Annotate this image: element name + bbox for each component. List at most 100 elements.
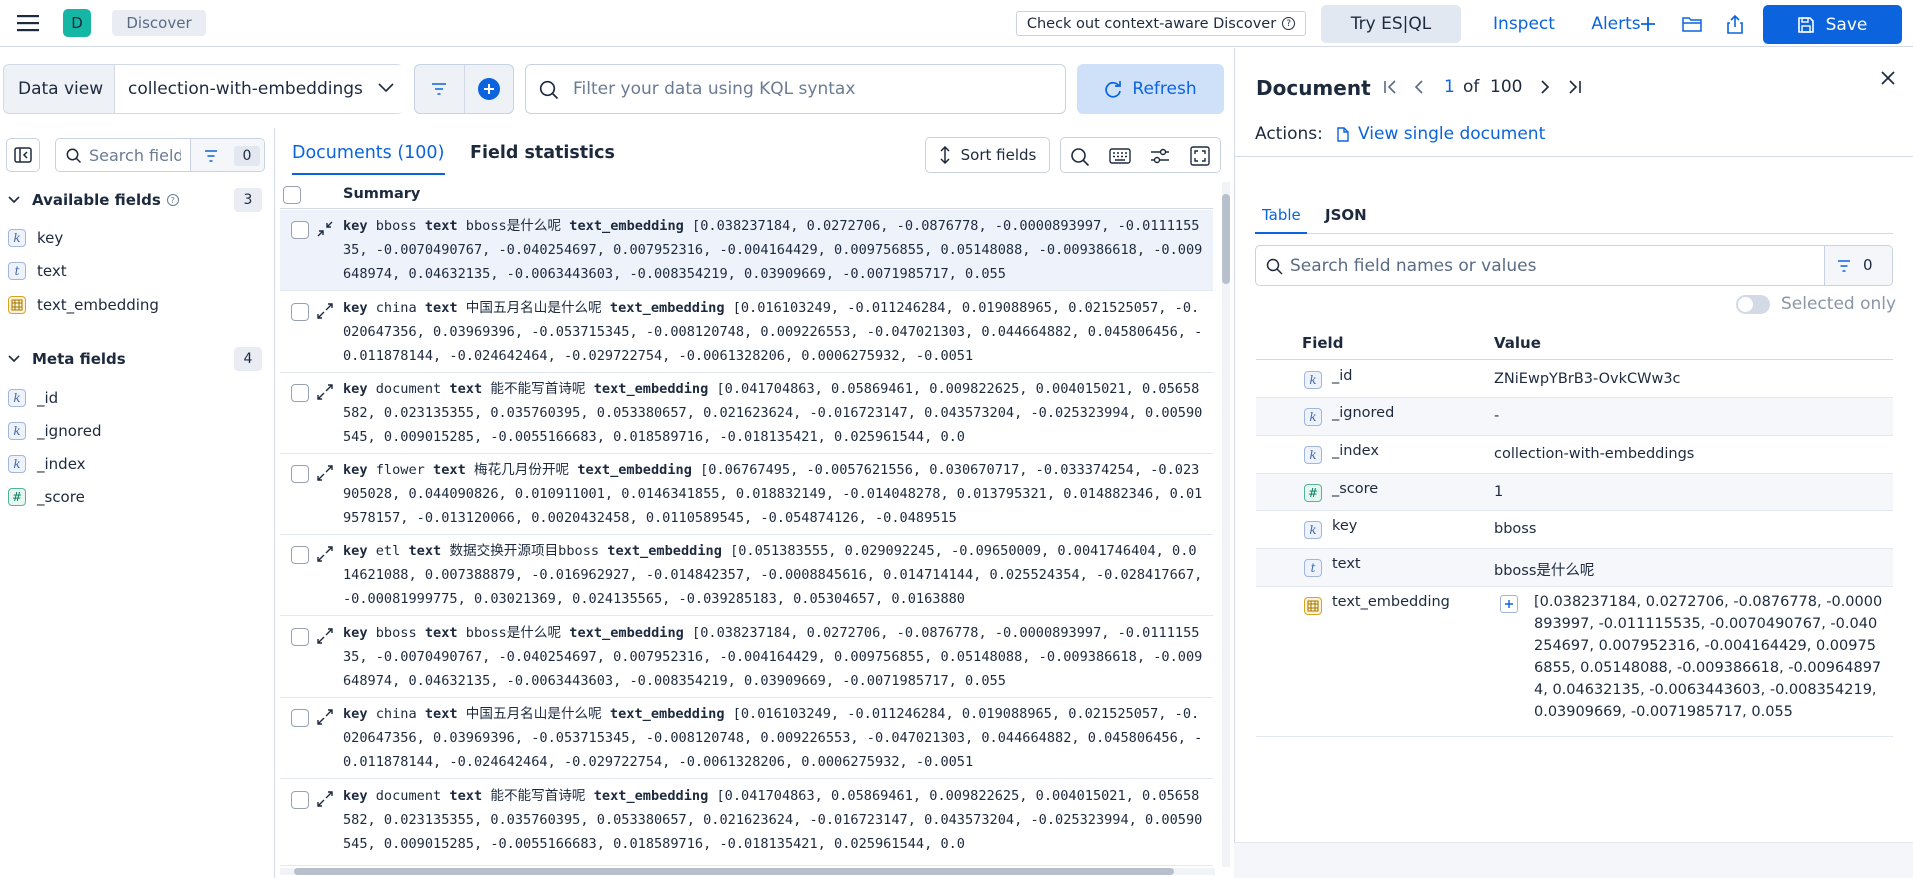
collapse-row-icon[interactable] [316, 220, 334, 238]
next-page-icon[interactable] [1540, 80, 1550, 94]
view-single-document-link[interactable]: View single document [1337, 124, 1545, 144]
open-folder-icon[interactable] [1678, 11, 1706, 37]
expand-row-icon[interactable] [316, 464, 334, 482]
close-flyout-icon[interactable] [1880, 70, 1896, 86]
key-value: document [375, 381, 442, 397]
space-avatar[interactable]: D [63, 9, 91, 37]
row-checkbox[interactable] [291, 546, 309, 564]
keyword-type-icon: k [8, 455, 26, 473]
field-item-id[interactable]: k _id [8, 385, 58, 411]
available-fields-header[interactable]: Available fields ? [8, 187, 179, 213]
field-item-ignored[interactable]: k _ignored [8, 418, 101, 444]
select-all-checkbox[interactable] [283, 186, 301, 204]
new-icon[interactable] [1635, 11, 1661, 37]
meta-fields-header[interactable]: Meta fields [8, 346, 126, 372]
breadcrumb-discover[interactable]: Discover [112, 10, 206, 36]
actions-label: Actions: [1255, 124, 1323, 144]
row-checkbox[interactable] [291, 791, 309, 809]
expand-value-icon[interactable] [1500, 595, 1518, 613]
collapse-sidebar-icon[interactable] [6, 138, 40, 172]
vertical-scroll-thumb[interactable] [1222, 194, 1230, 284]
kql-search-input[interactable]: Filter your data using KQL syntax [525, 64, 1066, 114]
vertical-scrollbar[interactable] [1222, 182, 1230, 867]
doc-filter-button[interactable]: 0 [1824, 246, 1892, 285]
tab-documents[interactable]: Documents (100) [292, 143, 444, 163]
text-type-icon: t [1304, 559, 1322, 577]
save-button[interactable]: Save [1763, 5, 1902, 44]
doc-field-search-input[interactable]: Search field names or values 0 [1255, 245, 1893, 286]
text-value: 中国五月名山是什么呢 [465, 706, 602, 722]
row-checkbox[interactable] [291, 465, 309, 483]
row-checkbox[interactable] [291, 221, 309, 239]
first-page-icon[interactable] [1383, 80, 1397, 94]
summary-column-header[interactable]: Summary [343, 186, 420, 202]
search-icon[interactable] [1070, 147, 1090, 167]
embedding-label: text_embedding [593, 788, 709, 804]
filter-options-icon[interactable] [431, 82, 447, 96]
top-header: D Discover Check out context-aware Disco… [0, 0, 1913, 47]
table-row[interactable]: key etl text 数据交换开源项目bboss text_embeddin… [280, 535, 1213, 616]
table-row[interactable]: key china text 中国五月名山是什么呢 text_embedding… [280, 698, 1213, 779]
inspect-button[interactable]: Inspect [1474, 10, 1574, 38]
add-filter-icon[interactable] [478, 78, 500, 100]
refresh-button[interactable]: Refresh [1077, 64, 1224, 114]
tab-table[interactable]: Table [1262, 206, 1301, 224]
field-item-text-embedding[interactable]: text_embedding [8, 292, 159, 318]
expand-row-icon[interactable] [316, 708, 334, 726]
keyboard-icon[interactable] [1109, 148, 1131, 164]
doc-field-row[interactable]: k _id ZNiEwpYBrB3-OvkCWw3c [1256, 361, 1893, 398]
table-row[interactable]: key document text 能不能写首诗呢 text_embedding… [280, 780, 1213, 866]
row-checkbox[interactable] [291, 709, 309, 727]
try-esql-button[interactable]: Try ES|QL [1321, 5, 1461, 43]
field-item-index[interactable]: k _index [8, 451, 86, 477]
table-row[interactable]: key bboss text bboss是什么呢 text_embedding … [280, 617, 1213, 698]
field-item-text[interactable]: t text [8, 258, 67, 284]
field-filter-button[interactable]: 0 [190, 139, 264, 171]
page-total[interactable]: 100 [1490, 77, 1522, 97]
filter-icon [204, 150, 218, 162]
doc-field-row[interactable]: # _score 1 [1256, 474, 1893, 511]
doc-field-row[interactable]: text_embedding [0.038237184, 0.0272706, -… [1256, 587, 1893, 737]
field-item-key[interactable]: k key [8, 225, 63, 251]
row-checkbox[interactable] [291, 303, 309, 321]
field-item-score[interactable]: # _score [8, 484, 85, 510]
tab-field-statistics[interactable]: Field statistics [470, 143, 615, 163]
expand-row-icon[interactable] [316, 383, 334, 401]
table-row[interactable]: key bboss text bboss是什么呢 text_embedding … [280, 210, 1213, 291]
prev-page-icon[interactable] [1414, 80, 1424, 94]
expand-row-icon[interactable] [316, 302, 334, 320]
last-page-icon[interactable] [1568, 80, 1582, 94]
summary-cell: key flower text 梅花几月份开呢 text_embedding [… [343, 458, 1203, 530]
horizontal-scroll-thumb[interactable] [294, 868, 1174, 875]
menu-icon[interactable] [14, 12, 42, 34]
doc-field-row[interactable]: k _index collection-with-embeddings [1256, 436, 1893, 474]
doc-search-placeholder: Search field names or values [1290, 256, 1537, 276]
table-row[interactable]: key flower text 梅花几月份开呢 text_embedding [… [280, 454, 1213, 535]
tab-active-underline [292, 173, 445, 175]
field-name: _ignored [37, 422, 102, 440]
display-settings-icon[interactable] [1150, 148, 1170, 164]
fullscreen-icon[interactable] [1190, 146, 1210, 166]
keyword-type-icon: k [1304, 521, 1322, 539]
horizontal-scrollbar[interactable] [280, 868, 1215, 875]
share-icon[interactable] [1722, 10, 1748, 38]
doc-field-row[interactable]: k key bboss [1256, 511, 1893, 549]
expand-row-icon[interactable] [316, 545, 334, 563]
text-label: text [424, 218, 458, 234]
row-checkbox[interactable] [291, 384, 309, 402]
expand-row-icon[interactable] [316, 627, 334, 645]
selected-only-toggle[interactable] [1736, 295, 1770, 314]
row-checkbox[interactable] [291, 628, 309, 646]
context-aware-discover-button[interactable]: Check out context-aware Discover ? [1016, 11, 1306, 36]
table-row[interactable]: key document text 能不能写首诗呢 text_embedding… [280, 373, 1213, 454]
data-view-selector[interactable]: collection-with-embeddings [114, 65, 404, 113]
data-view-picker[interactable]: Data view collection-with-embeddings [3, 64, 404, 114]
expand-row-icon[interactable] [316, 790, 334, 808]
doc-field-row[interactable]: k _ignored - [1256, 398, 1893, 436]
tab-json[interactable]: JSON [1325, 206, 1367, 224]
doc-field-row[interactable]: t text bboss是什么呢 [1256, 549, 1893, 587]
current-page[interactable]: 1 [1444, 77, 1455, 97]
field-search-input[interactable]: Search field names 0 [55, 138, 265, 172]
table-row[interactable]: key china text 中国五月名山是什么呢 text_embedding… [280, 292, 1213, 373]
sort-fields-button[interactable]: Sort fields [925, 137, 1050, 173]
